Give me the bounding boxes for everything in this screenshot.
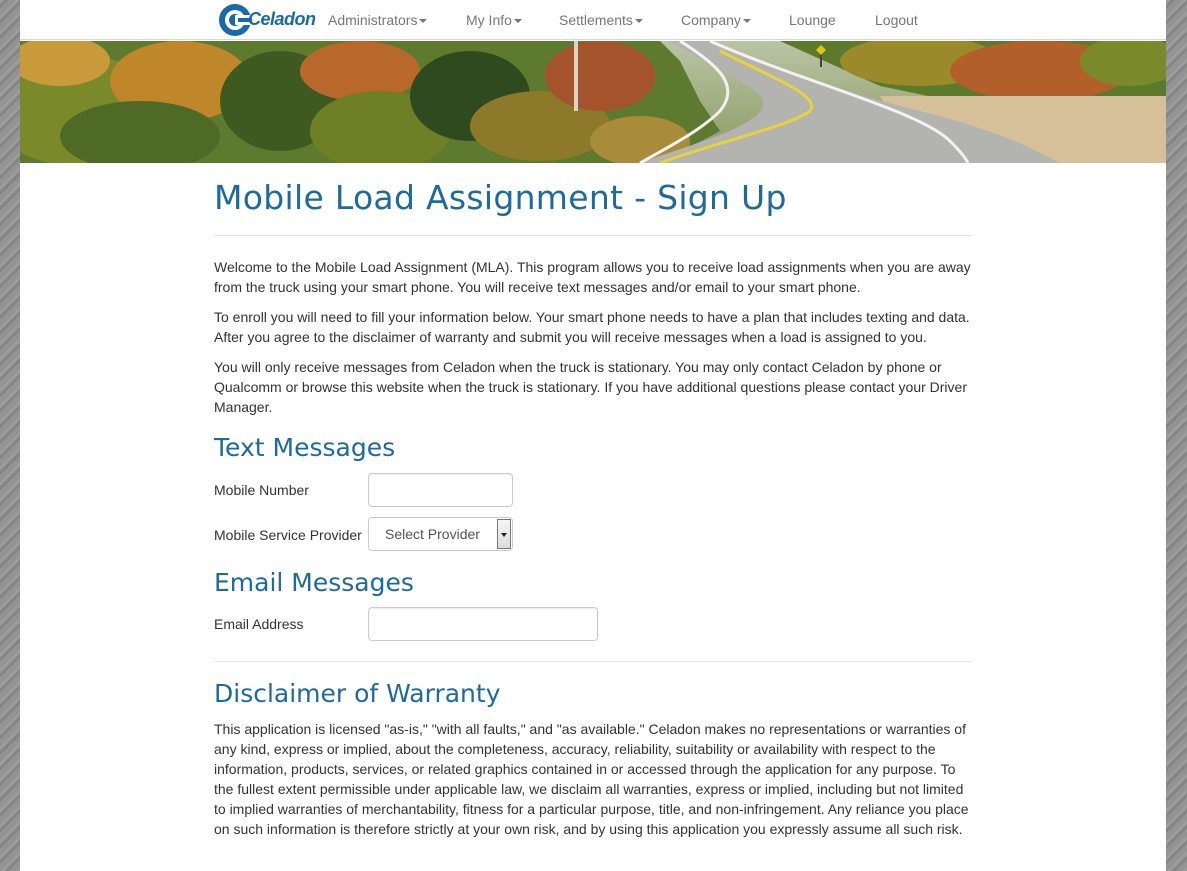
disclaimer-heading: Disclaimer of Warranty xyxy=(214,679,501,708)
caret-down-icon xyxy=(419,19,428,24)
email-divider xyxy=(214,661,972,662)
celadon-logo-icon xyxy=(219,4,252,36)
nav-company-label: Company xyxy=(681,12,741,28)
caret-down-icon xyxy=(742,19,751,24)
caret-down-icon xyxy=(634,19,643,24)
nav-administrators-label: Administrators xyxy=(328,12,418,28)
intro-paragraph-2: To enroll you will need to fill your inf… xyxy=(214,309,970,345)
nav-logout[interactable]: Logout xyxy=(875,0,918,40)
intro-paragraph-3: You will only receive messages from Cela… xyxy=(214,359,967,415)
email-address-input[interactable] xyxy=(368,607,598,641)
mobile-service-provider-label: Mobile Service Provider xyxy=(214,527,362,543)
chevron-down-icon xyxy=(501,533,507,537)
page-title: Mobile Load Assignment - Sign Up xyxy=(214,178,787,217)
nav-my-info-label: My Info xyxy=(466,12,512,28)
dropdown-arrow-button[interactable] xyxy=(497,519,511,549)
email-address-label: Email Address xyxy=(214,616,304,632)
mobile-number-label: Mobile Number xyxy=(214,482,309,498)
nav-logout-label: Logout xyxy=(875,12,918,28)
nav-my-info[interactable]: My Info xyxy=(466,0,522,40)
hero-banner-road-image xyxy=(20,41,1166,163)
disclaimer-text: This application is licensed "as-is," "w… xyxy=(214,721,969,837)
celadon-logo[interactable]: Celadon xyxy=(218,1,316,39)
top-navbar: Celadon Administrators My Info Settlemen… xyxy=(20,0,1166,40)
provider-selected-value: Select Provider xyxy=(385,526,480,542)
nav-administrators[interactable]: Administrators xyxy=(328,0,428,40)
page: Celadon Administrators My Info Settlemen… xyxy=(20,0,1166,871)
email-messages-heading: Email Messages xyxy=(214,568,414,597)
intro-paragraph-1: Welcome to the Mobile Load Assignment (M… xyxy=(214,259,971,295)
nav-company[interactable]: Company xyxy=(681,0,751,40)
text-messages-heading: Text Messages xyxy=(214,433,396,462)
caret-down-icon xyxy=(513,19,522,24)
nav-settlements-label: Settlements xyxy=(559,12,633,28)
title-divider xyxy=(214,235,972,236)
nav-lounge[interactable]: Lounge xyxy=(789,0,836,40)
mobile-number-input[interactable] xyxy=(368,473,513,507)
nav-lounge-label: Lounge xyxy=(789,12,836,28)
mobile-service-provider-select[interactable]: Select Provider xyxy=(368,517,513,551)
hero-road-illustration xyxy=(20,41,1166,163)
nav-settlements[interactable]: Settlements xyxy=(559,0,643,40)
brand-name: Celadon xyxy=(248,9,316,29)
